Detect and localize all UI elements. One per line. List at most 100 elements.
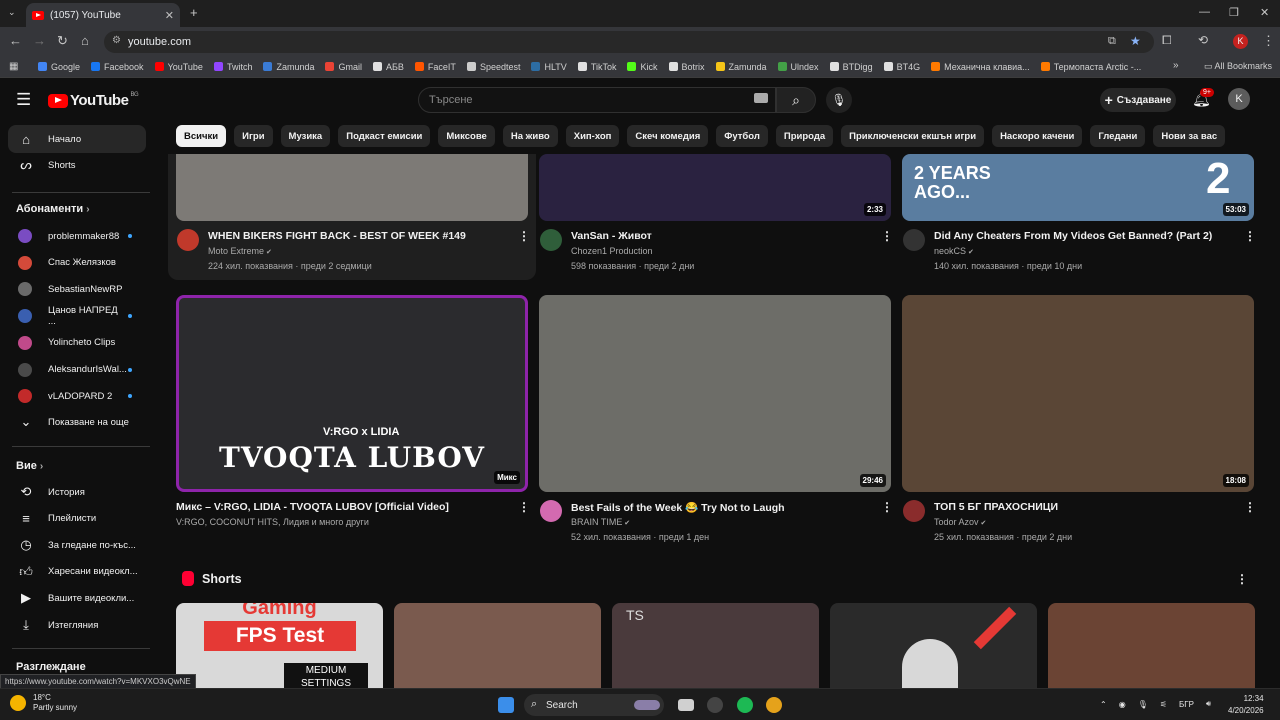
account-avatar[interactable]: K <box>1228 88 1250 110</box>
minimize-icon[interactable]: — <box>1199 6 1210 18</box>
sidebar-item-history[interactable]: ⟲ История <box>8 478 146 506</box>
video-more-icon[interactable]: ⋮ <box>881 500 893 514</box>
bookmark-item[interactable]: Facebook <box>91 62 144 72</box>
keyboard-icon[interactable] <box>754 93 768 103</box>
chrome-icon[interactable] <box>766 697 782 713</box>
filter-chip[interactable]: Наскоро качени <box>992 125 1083 147</box>
bookmark-item[interactable]: BTDigg <box>829 62 873 72</box>
new-tab-button[interactable]: + <box>190 5 198 20</box>
video-thumbnail[interactable] <box>176 154 528 221</box>
video-title[interactable]: WHEN BIKERS FIGHT BACK - BEST OF WEEK #1… <box>208 230 466 242</box>
filter-chip[interactable]: Скеч комедия <box>627 125 709 147</box>
bookmark-item[interactable]: Kick <box>627 62 658 72</box>
video-more-icon[interactable]: ⋮ <box>881 229 893 243</box>
sidebar-item-liked[interactable]: 👍︎ Харесани видеокл... <box>8 558 146 586</box>
weather-widget[interactable]: 18°C Partly sunny <box>10 693 77 713</box>
mic-tray-icon[interactable]: 🎙 <box>1138 700 1148 709</box>
bookmark-item[interactable]: Botrix <box>668 62 705 72</box>
reload-icon[interactable]: ↻ <box>57 33 68 49</box>
filter-chip[interactable]: Природа <box>775 125 834 147</box>
bookmark-item[interactable]: Механична клавиа... <box>931 62 1030 72</box>
windows-start-icon[interactable] <box>498 697 514 713</box>
create-button[interactable]: + Създаване <box>1100 88 1176 112</box>
spotify-icon[interactable] <box>737 697 753 713</box>
search-input[interactable]: Търсене <box>418 87 776 113</box>
video-more-icon[interactable]: ⋮ <box>1244 500 1256 514</box>
menu-hamburger-icon[interactable]: ☰ <box>16 90 31 110</box>
bookmark-item[interactable]: Google <box>38 62 80 72</box>
short-thumbnail[interactable]: TS <box>612 603 819 689</box>
filter-chip[interactable]: Хип-хоп <box>565 125 620 147</box>
filter-chip[interactable]: Подкаст емисии <box>338 125 431 147</box>
channel-name[interactable]: Todor Azov ✔ <box>934 517 986 527</box>
channel-avatar[interactable] <box>903 229 925 251</box>
filter-chip[interactable]: Миксове <box>438 125 495 147</box>
site-info-icon[interactable]: ⚙ <box>112 35 121 46</box>
history-browser-icon[interactable]: ⟲ <box>1198 33 1208 47</box>
channel-avatar[interactable] <box>903 500 925 522</box>
filter-chip[interactable]: Футбол <box>716 125 768 147</box>
channel-name[interactable]: neokCS ✔ <box>934 246 974 256</box>
install-app-icon[interactable]: ⧉ <box>1108 35 1116 48</box>
bookmark-item[interactable]: Gmail <box>325 62 362 72</box>
video-thumbnail[interactable]: V:RGO x LIDIA TVOQTA LUBOV Микс <box>176 295 528 492</box>
video-title[interactable]: Микс – V:RGO, LIDIA - TVOQTA LUBOV [Offi… <box>176 501 449 513</box>
bookmark-item[interactable]: YouTube <box>154 62 203 72</box>
short-thumbnail[interactable] <box>830 603 1037 689</box>
bookmark-item[interactable]: HLTV <box>531 62 567 72</box>
video-thumbnail[interactable]: 29:46 <box>539 295 891 492</box>
video-thumbnail[interactable]: 2:33 <box>539 154 891 221</box>
home-icon[interactable]: ⌂ <box>81 33 89 48</box>
clock[interactable]: 12:34 4/20/2026 <box>1228 693 1264 717</box>
browser-menu-icon[interactable]: ⋮ <box>1262 33 1275 49</box>
network-icon[interactable]: ⚟ <box>1160 700 1167 709</box>
video-title[interactable]: ТОП 5 БГ ПРАХОСНИЦИ <box>934 501 1058 513</box>
bookmark-item[interactable]: Ulndex <box>777 62 819 72</box>
short-thumbnail[interactable]: Gaming FPS Test MEDIUM SETTINGS <box>176 603 383 689</box>
forward-icon[interactable]: → <box>33 33 46 48</box>
video-title[interactable]: Best Fails of the Week 😂 Try Not to Laug… <box>571 501 785 514</box>
filter-chip[interactable]: Музика <box>280 125 331 147</box>
channel-avatar[interactable] <box>540 229 562 251</box>
sidebar-item-playlists[interactable]: ≡ Плейлисти <box>8 505 146 533</box>
channel-name[interactable]: BRAIN TIME ✔ <box>571 517 630 527</box>
profile-avatar[interactable]: K <box>1233 34 1248 49</box>
tray-overflow-icon[interactable]: ⌃ <box>1100 700 1107 709</box>
bookmark-item[interactable]: FaceIT <box>414 62 456 72</box>
extensions-icon[interactable]: ⧠ <box>1162 33 1172 48</box>
tab-youtube[interactable]: (1057) YouTube ✕ <box>26 3 180 27</box>
channel-avatar[interactable] <box>177 229 199 251</box>
url-field[interactable]: ⚙ youtube.com ⧉ ★ <box>104 31 1154 53</box>
short-thumbnail[interactable] <box>1048 603 1255 689</box>
bookmark-item[interactable]: TikTok <box>577 62 616 72</box>
filter-chip[interactable]: Всички <box>176 125 227 147</box>
bookmark-item[interactable]: АБВ <box>373 62 404 72</box>
filter-chip[interactable]: Нови за вас <box>1153 125 1226 147</box>
video-more-icon[interactable]: ⋮ <box>518 229 530 243</box>
video-more-icon[interactable]: ⋮ <box>1244 229 1256 243</box>
bookmarks-overflow-icon[interactable]: » <box>1173 60 1179 71</box>
sidebar-item-subscription[interactable]: AleksandurIsWal... <box>8 356 146 384</box>
voice-search-button[interactable]: 🎙 <box>826 87 852 113</box>
sidebar-item-your-videos[interactable]: ▶ Вашите видеокли... <box>8 584 146 612</box>
channel-name[interactable]: Moto Extreme ✔ <box>208 246 272 256</box>
sidebar-item-shorts[interactable]: ᔕ Shorts <box>8 151 146 179</box>
bookmark-item[interactable]: Speedtest <box>466 62 520 72</box>
youtube-logo[interactable]: YouTube BG <box>48 92 139 109</box>
filter-chip[interactable]: Приключенски екшън игри <box>841 125 985 147</box>
video-thumbnail[interactable]: 2 YEARS AGO... 2 53:03 <box>902 154 1254 221</box>
bookmark-item[interactable]: Zamunda <box>715 62 767 72</box>
sidebar-item-home[interactable]: ⌂ Начало <box>8 125 146 153</box>
sidebar-item-subscription[interactable]: SebastianNewRP <box>8 275 146 303</box>
task-view-icon[interactable] <box>678 699 694 711</box>
bookmark-item[interactable]: Термопаста Arctic -... <box>1040 62 1141 72</box>
close-window-icon[interactable]: ✕ <box>1260 6 1269 19</box>
restore-icon[interactable]: ❐ <box>1229 6 1239 19</box>
taskbar-search[interactable]: ⌕ Search <box>524 694 664 716</box>
close-tab-icon[interactable]: ✕ <box>165 9 174 22</box>
volume-icon[interactable]: 🔊︎ <box>1206 699 1211 709</box>
channel-avatar[interactable] <box>540 500 562 522</box>
search-button[interactable]: ⌕ <box>776 87 816 113</box>
filter-chip[interactable]: Гледани <box>1090 125 1146 147</box>
you-heading[interactable]: Вие › <box>16 460 43 472</box>
